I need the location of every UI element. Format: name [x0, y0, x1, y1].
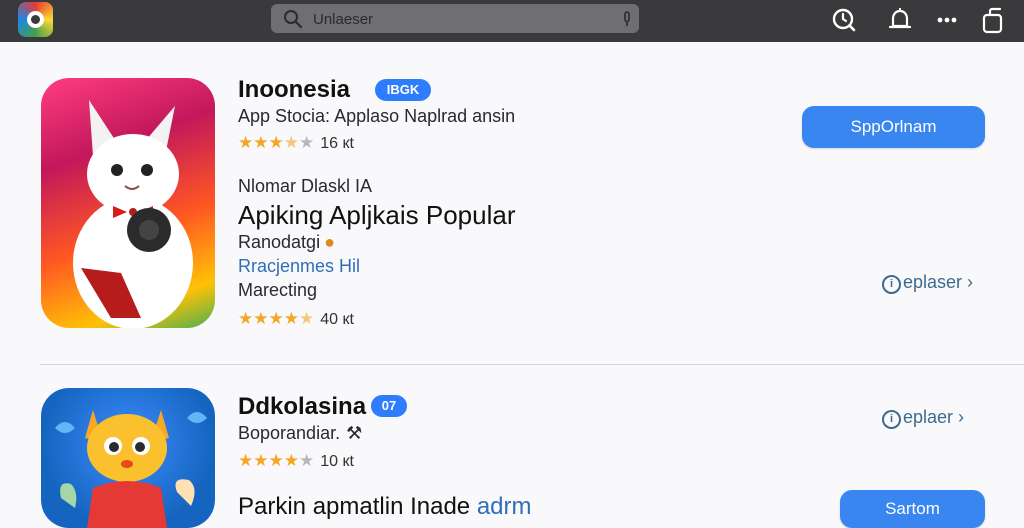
app-rating: ★★★★★ 16 кt — [238, 133, 354, 153]
chevron-right-icon: › — [962, 272, 974, 292]
search-input[interactable] — [311, 7, 605, 31]
star-icon: ★ — [299, 309, 315, 328]
app-action-button[interactable]: Sartom — [840, 490, 985, 528]
white-cat-mascot-icon[interactable] — [41, 78, 215, 328]
share-icon[interactable] — [980, 6, 1008, 34]
section-link[interactable]: adrm — [477, 493, 532, 520]
star-icon: ★ — [253, 309, 269, 328]
section-title: Apiking Apljkais Popular — [238, 200, 516, 230]
rating-count: 10 кt — [320, 453, 354, 470]
more-icon[interactable] — [934, 6, 962, 34]
star-icon: ★ — [238, 133, 254, 152]
section-title: Parkin apmatlin Inade adrm — [238, 493, 532, 520]
search-bar[interactable] — [271, 4, 639, 33]
star-icon: ★ — [253, 133, 269, 152]
star-icon: ★ — [238, 451, 254, 470]
detail-rating: ★★★★★ 40 кt — [238, 309, 354, 329]
divider — [40, 364, 1024, 365]
detail-link[interactable]: Rracjenmes Hil — [238, 256, 360, 277]
app-logo-icon[interactable] — [18, 2, 53, 37]
chevron-right-icon: › — [953, 407, 965, 427]
star-icon: ★ — [299, 451, 315, 470]
history-icon[interactable] — [830, 6, 858, 34]
star-icon: ★ — [268, 451, 284, 470]
info-icon: i — [882, 410, 901, 429]
yellow-cat-mascot-icon[interactable] — [41, 388, 215, 528]
star-icon: ★ — [238, 309, 254, 328]
mic-icon[interactable] — [621, 11, 633, 32]
detail-text-2: Marecting — [238, 280, 318, 300]
flame-icon: ● — [324, 232, 335, 252]
app-subtitle: Boporandiar. ⚒ — [238, 423, 363, 443]
star-icon: ★ — [283, 133, 299, 152]
app-rating: ★★★★★ 10 кt — [238, 451, 354, 471]
app-title[interactable]: Inoonesia — [238, 76, 350, 104]
app-action-button[interactable]: SppOrlnam — [802, 106, 985, 148]
rating-count: 16 кt — [320, 135, 354, 152]
app-title[interactable]: Ddkolasina — [238, 393, 366, 421]
star-icon: ★ — [268, 133, 284, 152]
rating-count: 40 кt — [320, 311, 354, 328]
search-icon — [283, 9, 303, 29]
app-badge: IBGK — [375, 79, 431, 101]
app-subtitle: App Stocia: Applaso Naplrad ansin — [238, 106, 516, 126]
more-link[interactable]: i eplaer › — [882, 407, 964, 429]
star-icon: ★ — [268, 309, 284, 328]
star-icon: ★ — [253, 451, 269, 470]
more-link[interactable]: i eplaser › — [882, 272, 973, 294]
detail-text: Ranodatgi ● — [238, 232, 335, 252]
star-icon: ★ — [283, 451, 299, 470]
hammer-icon: ⚒ — [346, 423, 363, 443]
app-badge: 07 — [371, 395, 407, 417]
section-label: Nlomar Dlaskl IA — [238, 176, 373, 196]
bell-icon[interactable] — [886, 6, 914, 34]
top-bar — [0, 0, 1024, 42]
info-icon: i — [882, 275, 901, 294]
star-icon: ★ — [299, 133, 315, 152]
star-icon: ★ — [283, 309, 299, 328]
